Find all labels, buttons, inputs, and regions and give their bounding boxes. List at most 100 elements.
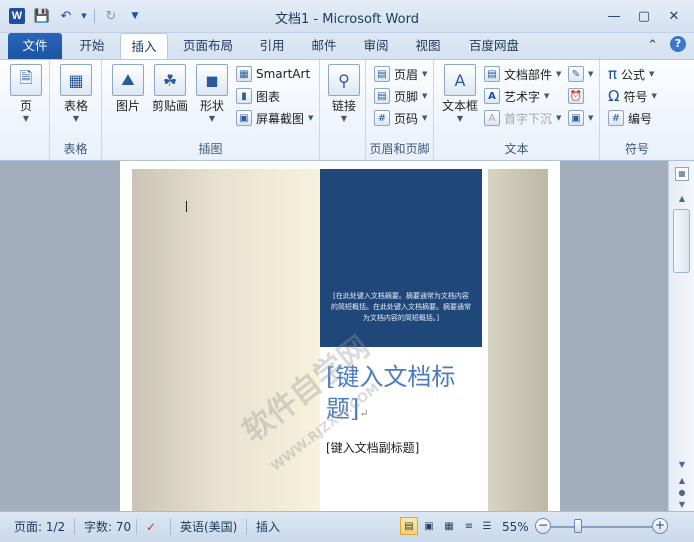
header-button[interactable]: ▤ 页眉 ▼ (374, 64, 427, 84)
shapes-icon: ◼ (196, 64, 228, 96)
clipart-button[interactable]: ☘ 剪贴画 (148, 64, 192, 114)
next-page-button[interactable]: ▼ (674, 497, 690, 511)
symbol-button[interactable]: Ω 符号 ▼ (608, 86, 657, 106)
help-icon[interactable]: ? (670, 36, 686, 52)
chevron-down-icon: ▼ (308, 114, 314, 122)
links-button[interactable]: ⚲ 链接 ▼ (322, 64, 366, 124)
cover-gradient-left (132, 169, 320, 511)
chart-button[interactable]: ▮ 图表 (236, 86, 280, 106)
full-screen-reading-icon[interactable]: ▣ (420, 517, 438, 535)
status-separator (170, 519, 171, 535)
wordart-button[interactable]: A 艺术字 ▼ (484, 86, 549, 106)
chevron-down-icon: ▼ (651, 92, 657, 100)
textbox-icon: A (444, 64, 476, 96)
picture-button[interactable]: ⛰ 图片 (106, 64, 150, 114)
object-button[interactable]: ▣ ▼ (568, 108, 593, 128)
language-indicator[interactable]: 英语(美国) (180, 518, 237, 536)
smartart-button[interactable]: ▦ SmartArt (236, 64, 310, 84)
status-bar: 页面: 1/2 字数: 70 ✓ 英语(美国) 插入 ▤ ▣ ▦ ≡ ☰ 55%… (0, 511, 694, 542)
chevron-down-icon: ▼ (340, 114, 348, 123)
maximize-button[interactable]: ▢ (630, 6, 658, 26)
draft-view-icon[interactable]: ☰ (478, 517, 496, 535)
customize-icon[interactable]: ▼ (125, 7, 145, 25)
document-title[interactable]: [键入文档标 题]↵ (326, 361, 486, 430)
web-layout-icon[interactable]: ▦ (440, 517, 458, 535)
minimize-button[interactable]: — (600, 6, 628, 26)
group-text: A 文本框 ▼ ▤ 文档部件 ▼ A 艺术字 ▼ A 首字下沉 ▼ ✎ ▼ ⏰ … (434, 60, 600, 160)
quick-access-toolbar: 💾 ↶ ▼ ↻ ▼ (32, 7, 145, 25)
document-subtitle[interactable]: [键入文档副标题] (326, 439, 486, 456)
signature-line-button[interactable]: ✎ ▼ (568, 64, 593, 84)
page-number-button[interactable]: # 页码 ▼ (374, 108, 427, 128)
zoom-level[interactable]: 55% (502, 518, 529, 536)
insert-mode-indicator[interactable]: 插入 (256, 518, 280, 536)
screenshot-icon: ▣ (236, 110, 252, 126)
chevron-down-icon: ▼ (422, 70, 428, 78)
drop-cap-button[interactable]: A 首字下沉 ▼ (484, 108, 561, 128)
scroll-down-button[interactable]: ▼ (674, 457, 690, 471)
scrollbar-thumb[interactable] (673, 209, 690, 273)
numbering-button[interactable]: # 编号 (608, 108, 652, 128)
word-count[interactable]: 字数: 70 (84, 518, 131, 536)
tab-home[interactable]: 开始 (70, 33, 114, 59)
minimize-ribbon-icon[interactable]: ⌃ (647, 38, 658, 53)
date-time-button[interactable]: ⏰ (568, 86, 584, 106)
chevron-down-icon: ▼ (72, 114, 80, 123)
document-page[interactable]: [在此处键入文档摘要。摘要通常为文档内容的简短概括。在此处键入文档摘要。摘要通常… (120, 161, 560, 511)
screenshot-button[interactable]: ▣ 屏幕截图 ▼ (236, 108, 313, 128)
tab-view[interactable]: 视图 (406, 33, 450, 59)
page-count[interactable]: 页面: 1/2 (14, 518, 65, 536)
close-button[interactable]: ✕ (660, 6, 688, 26)
chevron-down-icon: ▼ (556, 70, 562, 78)
scroll-up-button[interactable]: ▲ (674, 191, 690, 205)
outline-view-icon[interactable]: ≡ (460, 517, 478, 535)
equation-button[interactable]: π 公式 ▼ (608, 64, 654, 84)
tab-file[interactable]: 文件 (8, 33, 62, 59)
drop-cap-icon: A (484, 110, 500, 126)
zoom-slider-thumb[interactable] (574, 519, 582, 533)
group-symbols: π 公式 ▼ Ω 符号 ▼ # 编号 符号 (600, 60, 674, 160)
zoom-slider-track[interactable] (551, 526, 652, 528)
pages-button[interactable]: 🗎 页 ▼ (4, 64, 48, 124)
status-separator (246, 519, 247, 535)
chart-icon: ▮ (236, 88, 252, 104)
textbox-button[interactable]: A 文本框 ▼ (438, 64, 482, 124)
undo-dropdown-icon[interactable]: ▼ (80, 7, 88, 25)
print-layout-view-icon[interactable]: ▤ (400, 517, 418, 535)
document-area[interactable]: [在此处键入文档摘要。摘要通常为文档内容的简短概括。在此处键入文档摘要。摘要通常… (0, 161, 668, 511)
undo-icon[interactable]: ↶ (56, 7, 76, 25)
table-icon: ▦ (60, 64, 92, 96)
clipart-icon: ☘ (154, 64, 186, 96)
table-button[interactable]: ▦ 表格 ▼ (54, 64, 98, 124)
tab-baidu-netdisk[interactable]: 百度网盘 (458, 33, 530, 59)
tab-review[interactable]: 审阅 (354, 33, 398, 59)
vertical-scrollbar[interactable]: ▦ ▲ ▼ ▲ ● ▼ (668, 161, 694, 511)
tab-mailings[interactable]: 邮件 (302, 33, 346, 59)
picture-icon: ⛰ (112, 64, 144, 96)
chevron-down-icon: ▼ (649, 70, 655, 78)
footer-button[interactable]: ▤ 页脚 ▼ (374, 86, 427, 106)
save-icon[interactable]: 💾 (32, 7, 52, 25)
date-time-icon: ⏰ (568, 88, 584, 104)
zoom-in-button[interactable]: + (652, 518, 668, 534)
quick-parts-button[interactable]: ▤ 文档部件 ▼ (484, 64, 561, 84)
group-label-header-footer: 页眉和页脚 (369, 142, 430, 156)
chevron-down-icon: ▼ (456, 114, 464, 123)
tab-insert[interactable]: 插入 (120, 33, 168, 60)
shapes-button[interactable]: ◼ 形状 ▼ (190, 64, 234, 124)
proofing-icon[interactable]: ✓ (146, 518, 156, 536)
ribbon-insert: 🗎 页 ▼ ▦ 表格 ▼ 表格 ⛰ 图片 ☘ 剪贴画 ◼ 形状 ▼ ▦ Smar… (0, 59, 694, 161)
group-label-illustrations: 插图 (198, 142, 223, 156)
word-app-icon[interactable]: W (9, 8, 25, 24)
redo-icon[interactable]: ↻ (101, 7, 121, 25)
zoom-out-button[interactable]: − (535, 518, 551, 534)
document-abstract[interactable]: [在此处键入文档摘要。摘要通常为文档内容的简短概括。在此处键入文档摘要。摘要通常… (330, 291, 472, 324)
chevron-down-icon: ▼ (422, 114, 428, 122)
text-cursor (186, 201, 187, 212)
chevron-down-icon: ▼ (422, 92, 428, 100)
tab-references[interactable]: 引用 (250, 33, 294, 59)
group-label-text: 文本 (504, 142, 529, 156)
ruler-toggle-icon[interactable]: ▦ (675, 167, 689, 181)
chevron-down-icon: ▼ (588, 114, 594, 122)
tab-page-layout[interactable]: 页面布局 (174, 33, 242, 59)
